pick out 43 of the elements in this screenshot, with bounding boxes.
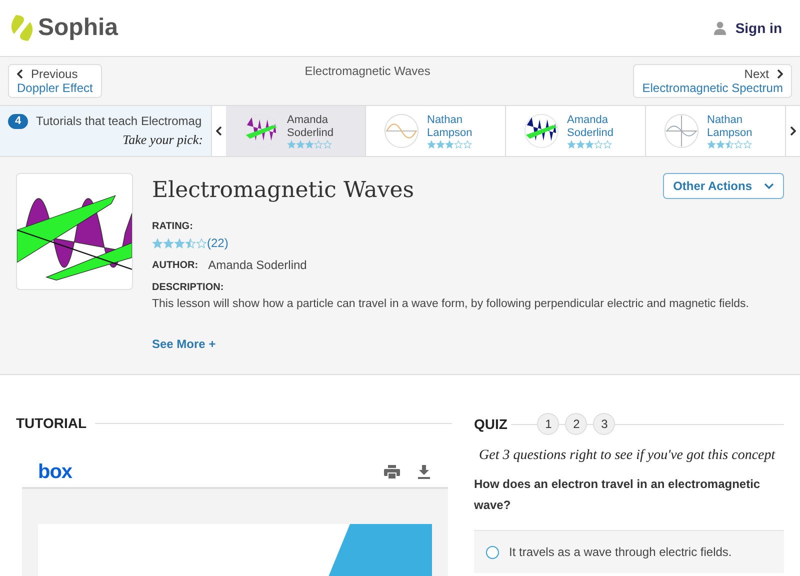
author-name: Amanda Soderlind: [208, 257, 307, 274]
tutorial-author: Amanda Soderlind: [287, 114, 334, 140]
quiz-step[interactable]: 1: [537, 413, 560, 435]
logo-icon: [10, 14, 34, 42]
box-logo: box: [38, 460, 72, 484]
next-button[interactable]: Next Electromagnetic Spectrum: [633, 64, 792, 98]
lesson-title: Electromagnetic Waves: [304, 63, 430, 80]
other-actions-button[interactable]: Other Actions: [663, 173, 784, 199]
tutorial-author: Nathan Lampson: [707, 114, 754, 140]
sine-graph-icon: [384, 113, 419, 149]
user-icon: [713, 21, 728, 35]
description-text: This lesson will show how a particle can travel in a wave form, by following perpendicular electric and magnetic fields.: [152, 297, 750, 312]
download-icon[interactable]: [418, 464, 430, 478]
tutorial-heading: TUTORIAL: [16, 414, 87, 433]
quiz-tagline: Get 3 questions right to see if you've got this concept: [479, 447, 776, 465]
quiz-heading: QUIZ: [474, 414, 508, 434]
chevron-left-icon: [216, 126, 222, 136]
sign-in-link[interactable]: Sign in: [713, 18, 782, 38]
tutorial-card[interactable]: Amanda Soderlind: [226, 106, 366, 156]
rating-label: RATING:: [152, 220, 194, 234]
quiz-step[interactable]: 3: [593, 413, 616, 435]
see-more-link[interactable]: See More +: [152, 335, 784, 354]
author-label: AUTHOR:: [152, 258, 198, 272]
description-label: DESCRIPTION:: [152, 281, 225, 295]
chevron-left-icon: [17, 69, 23, 79]
tutorials-intro: Tutorials that teach Electromag: [36, 113, 202, 130]
tutorial-author: Nathan Lampson: [427, 114, 474, 140]
rating-count: (22): [207, 235, 228, 252]
tutorial-author: Amanda Soderlind: [567, 114, 614, 140]
answer-option[interactable]: It travels as a wave through electric fields.: [474, 530, 784, 573]
print-icon[interactable]: [384, 464, 400, 478]
chevron-down-icon: [764, 182, 774, 190]
radio-button[interactable]: [486, 546, 499, 558]
quiz-step[interactable]: 2: [565, 413, 588, 435]
lesson-heading: Electromagnetic Waves: [152, 177, 414, 205]
count-badge: 4: [8, 114, 28, 128]
logo-text: Sophia: [38, 13, 118, 43]
chevron-right-icon: [790, 126, 796, 136]
chevron-right-icon: [776, 69, 783, 79]
graph-axes-icon: [664, 113, 699, 149]
quiz-question: How does an electron travel in an electromagnetic wave?: [474, 476, 762, 514]
take-your-pick: Take your pick:: [122, 131, 203, 149]
previous-button[interactable]: Previous Doppler Effect: [8, 64, 102, 98]
